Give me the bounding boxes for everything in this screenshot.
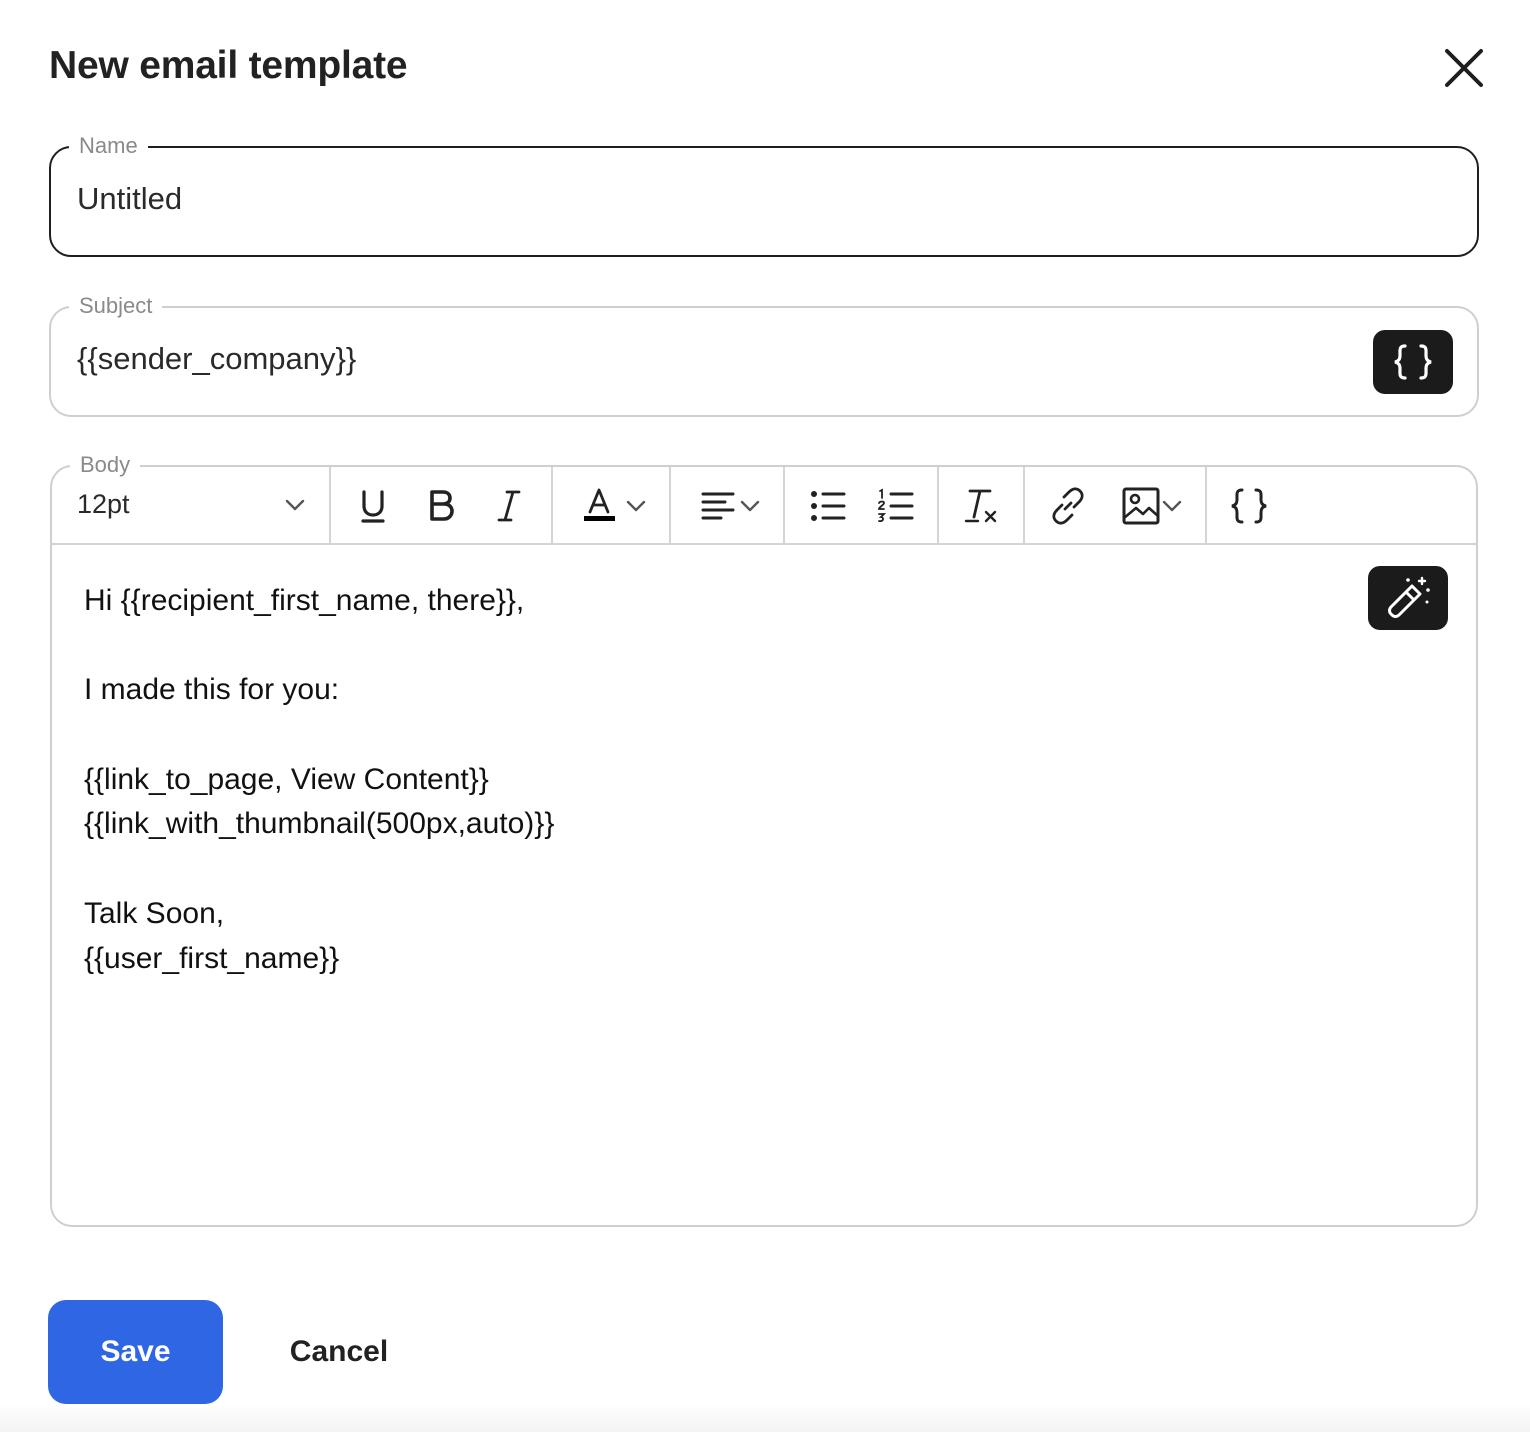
bold-button[interactable] xyxy=(417,481,465,531)
text-style-group xyxy=(331,467,553,545)
link-icon xyxy=(1052,487,1084,525)
curly-braces-icon xyxy=(1394,344,1432,380)
bullet-list-icon xyxy=(811,491,846,521)
chevron-down-icon xyxy=(740,500,760,512)
body-line: Talk Soon, xyxy=(84,896,225,930)
chevron-down-icon xyxy=(626,500,646,512)
bottom-shadow xyxy=(0,1404,1530,1432)
body-field: Body 12pt Hi {{recipient_first_name, the… xyxy=(50,451,1478,1227)
body-line: I made this for you: xyxy=(84,673,340,707)
body-line: {{link_with_thumbnail(500px,auto)}} xyxy=(84,807,555,841)
body-line xyxy=(84,624,554,669)
save-button[interactable]: Save xyxy=(48,1300,223,1404)
close-button[interactable] xyxy=(1438,42,1490,94)
body-line: {{link_to_page, View Content}} xyxy=(84,762,489,796)
underline-button[interactable] xyxy=(349,481,397,531)
body-line: Hi {{recipient_first_name, there}}, xyxy=(84,584,525,617)
curly-braces-icon xyxy=(1231,488,1267,524)
editor-toolbar: 12pt xyxy=(52,467,1476,545)
text-color-button[interactable] xyxy=(573,481,655,531)
close-icon xyxy=(1445,49,1483,87)
insert-group xyxy=(1025,467,1207,545)
align-icon xyxy=(701,492,735,520)
chevron-down-icon xyxy=(1162,500,1182,512)
body-line: {{user_first_name}} xyxy=(84,941,340,975)
name-input[interactable] xyxy=(77,181,1277,217)
image-button[interactable] xyxy=(1111,481,1193,531)
image-icon xyxy=(1122,487,1160,525)
font-size-select[interactable]: 12pt xyxy=(52,467,331,545)
bullet-list-button[interactable] xyxy=(803,481,853,531)
text-color-icon xyxy=(584,488,615,521)
chevron-down-icon xyxy=(285,499,305,511)
subject-insert-variable-button[interactable] xyxy=(1373,330,1453,394)
italic-button[interactable] xyxy=(485,481,533,531)
subject-input[interactable] xyxy=(77,341,1277,377)
numbered-list-icon xyxy=(878,488,914,523)
body-line xyxy=(84,713,554,758)
ai-assist-button[interactable] xyxy=(1368,566,1448,630)
clear-formatting-icon xyxy=(964,489,997,523)
clear-format-group xyxy=(939,467,1025,545)
bold-icon xyxy=(430,490,454,521)
subject-label: Subject xyxy=(69,292,163,320)
align-button[interactable] xyxy=(691,481,769,531)
magic-wand-icon xyxy=(1388,576,1430,618)
body-line xyxy=(84,847,554,892)
text-color-group xyxy=(553,467,671,545)
body-editor[interactable]: Hi {{recipient_first_name, there}}, I ma… xyxy=(84,579,554,981)
dialog-title: New email template xyxy=(49,44,408,87)
clear-formatting-button[interactable] xyxy=(957,481,1007,531)
link-button[interactable] xyxy=(1043,481,1093,531)
align-group xyxy=(671,467,785,545)
cancel-button[interactable]: Cancel xyxy=(268,1300,410,1404)
underline-icon xyxy=(361,490,385,523)
numbered-list-button[interactable] xyxy=(871,481,921,531)
insert-variable-button[interactable] xyxy=(1224,481,1274,531)
list-group xyxy=(785,467,939,545)
subject-field[interactable]: Subject xyxy=(49,292,1479,417)
font-size-value: 12pt xyxy=(77,489,130,519)
name-label: Name xyxy=(69,132,148,160)
italic-icon xyxy=(497,490,521,522)
name-field[interactable]: Name xyxy=(49,132,1479,257)
